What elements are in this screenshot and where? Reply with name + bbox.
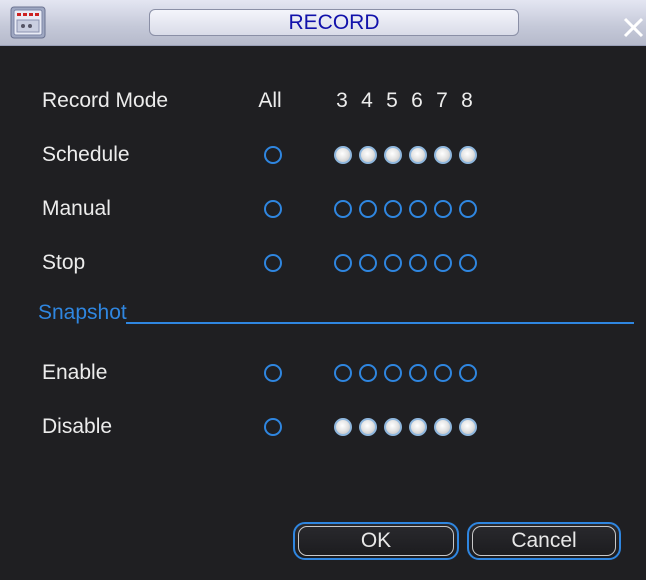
row-label: Stop bbox=[42, 251, 86, 274]
radio-channel-4[interactable] bbox=[359, 146, 377, 164]
radio-channel-5[interactable] bbox=[384, 200, 402, 218]
radio-channel-4[interactable] bbox=[359, 364, 377, 382]
column-channel-5-label: 5 bbox=[386, 89, 398, 112]
column-channel-4-label: 4 bbox=[361, 89, 373, 112]
radio-all[interactable] bbox=[264, 146, 282, 164]
radio-channel-4[interactable] bbox=[359, 200, 377, 218]
radio-channel-5[interactable] bbox=[384, 254, 402, 272]
radio-channel-6[interactable] bbox=[409, 254, 427, 272]
column-all-label: All bbox=[258, 89, 282, 112]
row-label: Manual bbox=[42, 197, 111, 220]
row-schedule: Schedule bbox=[12, 140, 634, 170]
snapshot-section-label: Snapshot bbox=[38, 301, 127, 324]
radio-channel-3[interactable] bbox=[334, 254, 352, 272]
row-label: Disable bbox=[42, 415, 113, 438]
radio-channel-7[interactable] bbox=[434, 200, 452, 218]
radio-channel-8[interactable] bbox=[459, 364, 477, 382]
radio-all[interactable] bbox=[264, 254, 282, 272]
window-title: RECORD bbox=[149, 9, 519, 36]
radio-all[interactable] bbox=[264, 418, 282, 436]
radio-channel-8[interactable] bbox=[459, 254, 477, 272]
radio-channel-6[interactable] bbox=[409, 364, 427, 382]
cancel-button[interactable]: Cancel bbox=[467, 522, 621, 560]
radio-channel-5[interactable] bbox=[384, 418, 402, 436]
radio-channel-8[interactable] bbox=[459, 418, 477, 436]
radio-channel-8[interactable] bbox=[459, 146, 477, 164]
record-settings-panel: Record Mode All 3 4 5 6 7 8 Schedule Man… bbox=[12, 58, 634, 574]
column-channel-8-label: 8 bbox=[461, 89, 473, 112]
radio-channel-6[interactable] bbox=[409, 146, 427, 164]
radio-channel-7[interactable] bbox=[434, 418, 452, 436]
row-manual: Manual bbox=[12, 194, 634, 224]
radio-channel-6[interactable] bbox=[409, 418, 427, 436]
radio-channel-8[interactable] bbox=[459, 200, 477, 218]
row-snapshot-disable: Disable bbox=[12, 412, 634, 442]
radio-channel-7[interactable] bbox=[434, 146, 452, 164]
row-snapshot-enable: Enable bbox=[12, 358, 634, 388]
column-channel-7-label: 7 bbox=[436, 89, 448, 112]
close-icon[interactable] bbox=[620, 14, 646, 40]
radio-channel-7[interactable] bbox=[434, 254, 452, 272]
row-stop: Stop bbox=[12, 248, 634, 278]
radio-channel-5[interactable] bbox=[384, 146, 402, 164]
radio-channel-3[interactable] bbox=[334, 146, 352, 164]
radio-channel-4[interactable] bbox=[359, 418, 377, 436]
snapshot-section-header: Snapshot bbox=[38, 298, 634, 328]
column-channel-3-label: 3 bbox=[336, 89, 348, 112]
radio-channel-6[interactable] bbox=[409, 200, 427, 218]
ok-button[interactable]: OK bbox=[293, 522, 459, 560]
record-dialog: RECORD Record Mode All 3 4 5 6 7 8 Sched… bbox=[0, 0, 646, 580]
title-bar: RECORD bbox=[0, 0, 646, 46]
row-label: Enable bbox=[42, 361, 108, 384]
radio-all[interactable] bbox=[264, 200, 282, 218]
section-divider bbox=[126, 322, 634, 324]
row-label: Schedule bbox=[42, 143, 130, 166]
column-channel-6-label: 6 bbox=[411, 89, 423, 112]
record-mode-label: Record Mode bbox=[42, 89, 169, 112]
radio-channel-4[interactable] bbox=[359, 254, 377, 272]
radio-channel-7[interactable] bbox=[434, 364, 452, 382]
radio-all[interactable] bbox=[264, 364, 282, 382]
app-logo-icon bbox=[10, 6, 46, 39]
radio-channel-5[interactable] bbox=[384, 364, 402, 382]
radio-channel-3[interactable] bbox=[334, 364, 352, 382]
radio-channel-3[interactable] bbox=[334, 200, 352, 218]
record-mode-header: Record Mode All 3 4 5 6 7 8 bbox=[12, 86, 634, 116]
radio-channel-3[interactable] bbox=[334, 418, 352, 436]
